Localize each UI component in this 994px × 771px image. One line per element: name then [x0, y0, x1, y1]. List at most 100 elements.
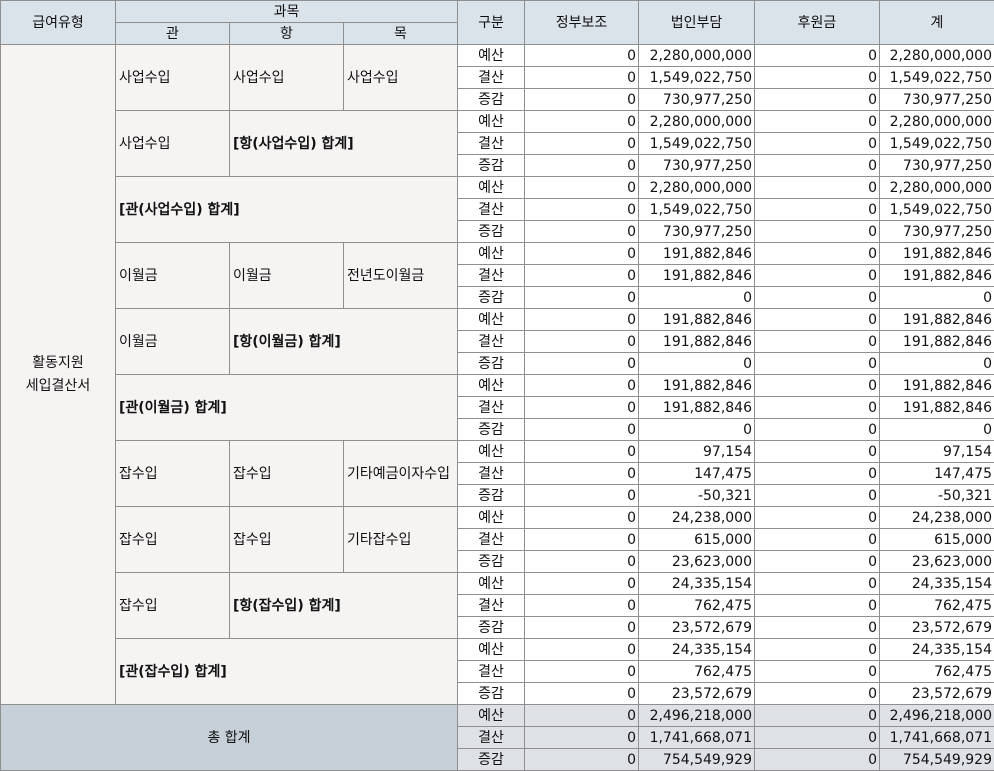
gov-subsidy-cell[interactable]: 0	[524, 220, 639, 243]
donation-cell[interactable]: 0	[754, 594, 880, 617]
corp-burden-cell[interactable]: 1,549,022,750	[638, 66, 755, 89]
gov-subsidy-cell[interactable]: 0	[524, 66, 639, 89]
gov-subsidy-cell[interactable]: 0	[524, 616, 639, 639]
corp-burden-cell[interactable]: 762,475	[638, 660, 755, 683]
corp-burden-cell[interactable]: 24,238,000	[638, 506, 755, 529]
total-cell[interactable]: 754,549,929	[879, 748, 994, 771]
gov-subsidy-cell[interactable]: 0	[524, 396, 639, 419]
corp-burden-cell[interactable]: 24,335,154	[638, 638, 755, 661]
total-cell[interactable]: -50,321	[879, 484, 994, 507]
donation-cell[interactable]: 0	[754, 462, 880, 485]
total-cell[interactable]: 191,882,846	[879, 308, 994, 331]
gov-subsidy-cell[interactable]: 0	[524, 286, 639, 309]
total-cell[interactable]: 762,475	[879, 594, 994, 617]
total-cell[interactable]: 24,335,154	[879, 572, 994, 595]
gov-subsidy-cell[interactable]: 0	[524, 352, 639, 375]
corp-burden-cell[interactable]: -50,321	[638, 484, 755, 507]
total-cell[interactable]: 1,549,022,750	[879, 198, 994, 221]
donation-cell[interactable]: 0	[754, 242, 880, 265]
total-cell[interactable]: 730,977,250	[879, 154, 994, 177]
total-cell[interactable]: 1,741,668,071	[879, 726, 994, 749]
donation-cell[interactable]: 0	[754, 176, 880, 199]
donation-cell[interactable]: 0	[754, 374, 880, 397]
gov-subsidy-cell[interactable]: 0	[524, 374, 639, 397]
donation-cell[interactable]: 0	[754, 88, 880, 111]
corp-burden-cell[interactable]: 0	[638, 286, 755, 309]
corp-burden-cell[interactable]: 97,154	[638, 440, 755, 463]
gov-subsidy-cell[interactable]: 0	[524, 88, 639, 111]
donation-cell[interactable]: 0	[754, 264, 880, 287]
total-cell[interactable]: 730,977,250	[879, 88, 994, 111]
donation-cell[interactable]: 0	[754, 638, 880, 661]
total-cell[interactable]: 191,882,846	[879, 374, 994, 397]
corp-burden-cell[interactable]: 0	[638, 352, 755, 375]
gov-subsidy-cell[interactable]: 0	[524, 132, 639, 155]
donation-cell[interactable]: 0	[754, 660, 880, 683]
gov-subsidy-cell[interactable]: 0	[524, 110, 639, 133]
gov-subsidy-cell[interactable]: 0	[524, 484, 639, 507]
total-cell[interactable]: 762,475	[879, 660, 994, 683]
total-cell[interactable]: 23,572,679	[879, 682, 994, 705]
gov-subsidy-cell[interactable]: 0	[524, 154, 639, 177]
total-cell[interactable]: 1,549,022,750	[879, 132, 994, 155]
donation-cell[interactable]: 0	[754, 528, 880, 551]
gov-subsidy-cell[interactable]: 0	[524, 330, 639, 353]
corp-burden-cell[interactable]: 730,977,250	[638, 154, 755, 177]
gov-subsidy-cell[interactable]: 0	[524, 572, 639, 595]
total-cell[interactable]: 0	[879, 286, 994, 309]
donation-cell[interactable]: 0	[754, 308, 880, 331]
corp-burden-cell[interactable]: 191,882,846	[638, 242, 755, 265]
corp-burden-cell[interactable]: 2,280,000,000	[638, 110, 755, 133]
total-cell[interactable]: 0	[879, 418, 994, 441]
corp-burden-cell[interactable]: 23,572,679	[638, 682, 755, 705]
gov-subsidy-cell[interactable]: 0	[524, 198, 639, 221]
total-cell[interactable]: 2,280,000,000	[879, 44, 994, 67]
total-cell[interactable]: 1,549,022,750	[879, 66, 994, 89]
total-cell[interactable]: 615,000	[879, 528, 994, 551]
corp-burden-cell[interactable]: 615,000	[638, 528, 755, 551]
total-cell[interactable]: 0	[879, 352, 994, 375]
corp-burden-cell[interactable]: 730,977,250	[638, 88, 755, 111]
gov-subsidy-cell[interactable]: 0	[524, 418, 639, 441]
corp-burden-cell[interactable]: 2,496,218,000	[638, 704, 755, 727]
corp-burden-cell[interactable]: 24,335,154	[638, 572, 755, 595]
gov-subsidy-cell[interactable]: 0	[524, 726, 639, 749]
gov-subsidy-cell[interactable]: 0	[524, 44, 639, 67]
total-cell[interactable]: 97,154	[879, 440, 994, 463]
corp-burden-cell[interactable]: 191,882,846	[638, 264, 755, 287]
donation-cell[interactable]: 0	[754, 286, 880, 309]
donation-cell[interactable]: 0	[754, 352, 880, 375]
corp-burden-cell[interactable]: 23,623,000	[638, 550, 755, 573]
gov-subsidy-cell[interactable]: 0	[524, 506, 639, 529]
gov-subsidy-cell[interactable]: 0	[524, 704, 639, 727]
total-cell[interactable]: 191,882,846	[879, 264, 994, 287]
donation-cell[interactable]: 0	[754, 396, 880, 419]
corp-burden-cell[interactable]: 0	[638, 418, 755, 441]
corp-burden-cell[interactable]: 191,882,846	[638, 308, 755, 331]
donation-cell[interactable]: 0	[754, 132, 880, 155]
corp-burden-cell[interactable]: 191,882,846	[638, 396, 755, 419]
donation-cell[interactable]: 0	[754, 726, 880, 749]
donation-cell[interactable]: 0	[754, 110, 880, 133]
corp-burden-cell[interactable]: 191,882,846	[638, 330, 755, 353]
gov-subsidy-cell[interactable]: 0	[524, 748, 639, 771]
donation-cell[interactable]: 0	[754, 220, 880, 243]
donation-cell[interactable]: 0	[754, 418, 880, 441]
corp-burden-cell[interactable]: 2,280,000,000	[638, 176, 755, 199]
total-cell[interactable]: 2,280,000,000	[879, 176, 994, 199]
corp-burden-cell[interactable]: 147,475	[638, 462, 755, 485]
total-cell[interactable]: 147,475	[879, 462, 994, 485]
gov-subsidy-cell[interactable]: 0	[524, 528, 639, 551]
corp-burden-cell[interactable]: 754,549,929	[638, 748, 755, 771]
total-cell[interactable]: 2,496,218,000	[879, 704, 994, 727]
gov-subsidy-cell[interactable]: 0	[524, 462, 639, 485]
corp-burden-cell[interactable]: 762,475	[638, 594, 755, 617]
donation-cell[interactable]: 0	[754, 748, 880, 771]
donation-cell[interactable]: 0	[754, 616, 880, 639]
gov-subsidy-cell[interactable]: 0	[524, 682, 639, 705]
corp-burden-cell[interactable]: 1,549,022,750	[638, 132, 755, 155]
gov-subsidy-cell[interactable]: 0	[524, 264, 639, 287]
gov-subsidy-cell[interactable]: 0	[524, 242, 639, 265]
gov-subsidy-cell[interactable]: 0	[524, 550, 639, 573]
corp-burden-cell[interactable]: 23,572,679	[638, 616, 755, 639]
